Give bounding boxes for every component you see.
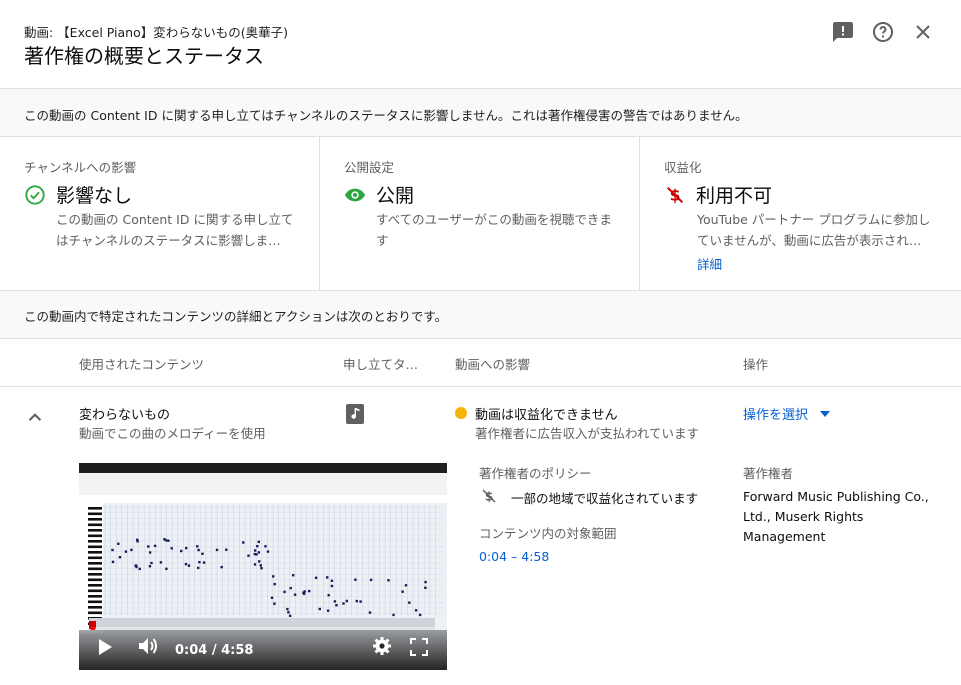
demonetized-partial-icon: $ (482, 489, 496, 504)
monetization-desc: YouTube パートナー プログラムに参加していませんが、動画に広告が表示され… (697, 212, 931, 248)
demonetized-icon: $ (666, 186, 684, 204)
table-header: 使用されたコンテンツ 申し立てタ… 動画への影響 操作 (0, 339, 961, 387)
impact-title: 動画は収益化できません (475, 408, 618, 423)
dialog-header: 動画: 【Excel Piano】変わらないもの(奥華子) 著作権の概要とステー… (0, 0, 961, 88)
details-link[interactable]: 詳細 (697, 254, 722, 273)
visibility-desc: すべてのユーザーがこの動画を視聴できます (376, 212, 612, 248)
impact-subtitle: 著作権者に広告収入が支払われています (475, 426, 700, 441)
status-summary: チャンネルへの影響 影響なし この動画の Content ID に関する申し立て… (0, 137, 961, 290)
visibility-panel: 公開設定 公開 すべてのユーザーがこの動画を視聴できます (319, 137, 639, 290)
player-progress-bar[interactable] (91, 627, 435, 630)
music-note-icon (346, 404, 364, 424)
owner-label: 著作権者 (743, 466, 794, 481)
visibility-value-row: 公開 (344, 181, 414, 208)
check-circle-icon (25, 184, 45, 205)
close-icon[interactable] (911, 20, 935, 44)
channel-impact-value-row: 影響なし (24, 181, 132, 208)
video-player[interactable]: 0:04 / 4:58 (79, 463, 447, 670)
policy-text: 一部の地域で収益化されています (511, 491, 699, 506)
monetization-value-row: $ 利用不可 (664, 181, 772, 208)
channel-impact-value: 影響なし (56, 185, 133, 207)
range-value-link[interactable]: 0:04 – 4:58 (479, 549, 549, 564)
monetization-label: 収益化 (664, 160, 702, 175)
owner-text: Forward Music Publishing Co., Ltd., Muse… (743, 489, 929, 544)
monetization-value: 利用不可 (696, 185, 773, 207)
impact-status-dot (455, 407, 467, 419)
page-title: 著作権の概要とステータス (24, 44, 264, 68)
collapse-chevron-icon[interactable] (22, 405, 48, 431)
play-icon[interactable] (97, 638, 113, 660)
header-content: 使用されたコンテンツ (79, 357, 205, 372)
header-actions: 操作 (743, 357, 769, 372)
visibility-label: 公開設定 (344, 160, 395, 175)
volume-icon[interactable] (137, 636, 159, 660)
select-action-dropdown[interactable]: 操作を選択 (743, 404, 831, 423)
video-title-line: 動画: 【Excel Piano】変わらないもの(奥華子) (24, 25, 288, 40)
player-progress-fill (91, 627, 96, 630)
policy-label: 著作権者のポリシー (479, 466, 592, 481)
select-action-label: 操作を選択 (743, 408, 809, 423)
monetization-panel: 収益化 $ 利用不可 YouTube パートナー プログラムに参加していませんが… (639, 137, 961, 290)
visibility-value: 公開 (376, 185, 415, 207)
player-time: 0:04 / 4:58 (175, 643, 254, 658)
channel-impact-panel: チャンネルへの影響 影響なし この動画の Content ID に関する申し立て… (0, 137, 319, 290)
header-impact: 動画への影響 (455, 357, 531, 372)
section-notice: この動画内で特定されたコンテンツの詳細とアクションは次のとおりです。 (0, 290, 961, 339)
header-claim-type: 申し立てタ… (343, 357, 418, 372)
help-icon[interactable] (871, 20, 895, 44)
feedback-icon[interactable] (831, 20, 855, 44)
caret-down-icon (820, 410, 831, 417)
content-subtitle: 動画でこの曲のメロディーを使用 (79, 426, 266, 441)
settings-gear-icon[interactable] (372, 636, 392, 660)
channel-impact-desc: この動画の Content ID に関する申し立てはチャンネルのステータスに影響… (56, 212, 294, 248)
eye-icon (344, 188, 366, 201)
content-title: 変わらないもの (79, 408, 171, 423)
channel-impact-label: チャンネルへの影響 (24, 160, 137, 175)
copyright-notice: この動画の Content ID に関する申し立てはチャンネルのステータスに影響… (0, 88, 961, 137)
fullscreen-icon[interactable] (410, 638, 428, 660)
range-label: コンテンツ内の対象範囲 (479, 526, 617, 541)
table-row: 変わらないもの 動画でこの曲のメロディーを使用 動画は収益化できません 著作権者… (0, 387, 961, 685)
